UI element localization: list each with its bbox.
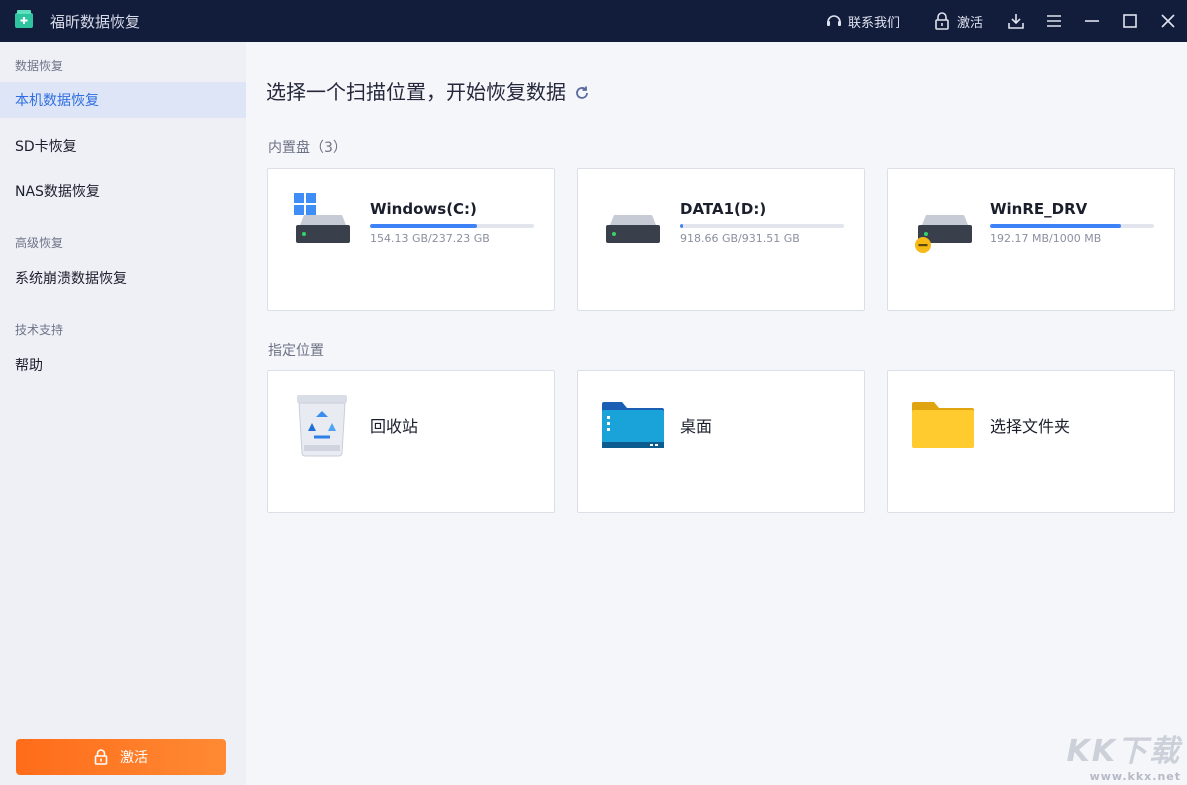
location-name: 回收站: [370, 417, 419, 436]
page-title: 选择一个扫描位置，开始恢复数据: [266, 76, 590, 105]
sidebar-item-label: 系统崩溃数据恢复: [15, 271, 127, 287]
app-title: 福昕数据恢复: [50, 13, 141, 31]
sidebar-item-label: SD卡恢复: [15, 139, 77, 155]
lock-icon: [94, 749, 108, 765]
internal-drives-label: 内置盘（3）: [268, 140, 347, 156]
windows-drive-icon: [294, 193, 350, 243]
contact-us-label: 联系我们: [847, 15, 900, 31]
minimize-icon: [1085, 20, 1099, 22]
activate-button-label: 激活: [120, 750, 148, 766]
drive-usage-fill: [370, 224, 477, 228]
maximize-icon: [1123, 14, 1137, 28]
sidebar-item-nas-recovery[interactable]: NAS数据恢复: [0, 173, 246, 209]
app-logo-icon: [15, 10, 33, 28]
location-name: 桌面: [680, 417, 713, 436]
sidebar-item-label: 本机数据恢复: [15, 93, 99, 109]
maximize-button[interactable]: [1111, 0, 1149, 42]
download-button[interactable]: [997, 0, 1035, 42]
hidden-drive-icon: [915, 215, 972, 253]
main-panel: 选择一个扫描位置，开始恢复数据 内置盘（3） Windows(C:) 154.1…: [246, 42, 1187, 785]
sidebar-item-crash-recovery[interactable]: 系统崩溃数据恢复: [0, 260, 246, 296]
sidebar-group-data-recovery: 数据恢复: [15, 59, 64, 73]
drive-size: 918.66 GB/931.51 GB: [680, 232, 800, 245]
activate-top-label: 激活: [956, 15, 983, 31]
sidebar: 数据恢复 本机数据恢复 SD卡恢复 NAS数据恢复 高级恢复 系统崩溃数据恢复 …: [0, 42, 246, 785]
close-button[interactable]: [1149, 0, 1187, 42]
folder-icon: [912, 402, 974, 448]
sidebar-item-sd-recovery[interactable]: SD卡恢复: [0, 128, 246, 164]
hard-drive-icon: [606, 215, 660, 243]
activate-top-button[interactable]: 激活: [934, 0, 983, 42]
menu-icon: [1047, 15, 1061, 27]
watermark: KK下载 www.kkx.net: [1067, 726, 1182, 783]
sidebar-item-label: 帮助: [15, 358, 43, 374]
activate-button[interactable]: 激活: [16, 739, 226, 775]
close-icon: [1161, 14, 1175, 28]
desktop-folder-icon: [602, 402, 664, 448]
location-card-recycle-bin[interactable]: 回收站: [267, 370, 555, 513]
menu-button[interactable]: [1035, 0, 1073, 42]
drive-card-winre[interactable]: WinRE_DRV 192.17 MB/1000 MB: [887, 168, 1175, 311]
drive-usage-fill: [990, 224, 1122, 228]
watermark-url: www.kkx.net: [1089, 770, 1181, 783]
drive-name: WinRE_DRV: [990, 200, 1088, 218]
locations-label: 指定位置: [268, 343, 324, 359]
location-card-choose-folder[interactable]: 选择文件夹: [887, 370, 1175, 513]
recycle-bin-icon: [297, 395, 347, 457]
refresh-icon[interactable]: [574, 85, 590, 101]
drive-usage-bar: [680, 224, 844, 228]
lock-icon: [935, 12, 949, 30]
sidebar-group-advanced: 高级恢复: [15, 236, 64, 250]
contact-us-button[interactable]: 联系我们: [825, 0, 900, 42]
drive-usage-bar: [370, 224, 534, 228]
sidebar-item-label: NAS数据恢复: [15, 184, 100, 200]
page-title-text: 选择一个扫描位置，开始恢复数据: [266, 80, 566, 104]
watermark-logo: KK下载: [1066, 734, 1181, 769]
minimize-button[interactable]: [1073, 0, 1111, 42]
location-name: 选择文件夹: [990, 417, 1071, 436]
drive-card-d[interactable]: DATA1(D:) 918.66 GB/931.51 GB: [577, 168, 865, 311]
download-icon: [1008, 14, 1024, 29]
drive-usage-bar: [990, 224, 1154, 228]
location-card-desktop[interactable]: 桌面: [577, 370, 865, 513]
sidebar-group-support: 技术支持: [15, 323, 64, 337]
headset-icon: [826, 15, 841, 26]
drive-usage-fill: [680, 224, 684, 228]
drive-card-c[interactable]: Windows(C:) 154.13 GB/237.23 GB: [267, 168, 555, 311]
sidebar-item-local-recovery[interactable]: 本机数据恢复: [0, 82, 246, 118]
title-bar: 福昕数据恢复 联系我们 激活: [0, 0, 1187, 42]
drive-size: 192.17 MB/1000 MB: [990, 232, 1102, 245]
sidebar-item-help[interactable]: 帮助: [0, 347, 246, 383]
drive-size: 154.13 GB/237.23 GB: [370, 232, 490, 245]
drive-name: DATA1(D:): [680, 200, 767, 218]
drive-name: Windows(C:): [370, 200, 477, 218]
